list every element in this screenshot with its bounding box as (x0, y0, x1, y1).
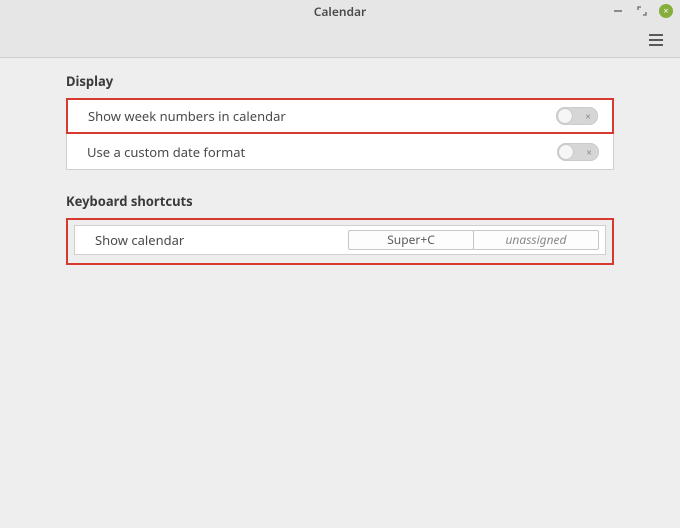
minimize-button[interactable] (610, 3, 626, 19)
shortcut-secondary[interactable]: unassigned (473, 230, 599, 250)
option-custom-date-format: Use a custom date format (66, 134, 614, 170)
shortcut-row-show-calendar: Show calendar Super+C unassigned (74, 225, 606, 255)
maximize-button[interactable] (634, 3, 650, 19)
titlebar: Calendar × (0, 0, 680, 23)
shortcut-row-highlight: Show calendar Super+C unassigned (66, 218, 614, 265)
shortcut-primary[interactable]: Super+C (348, 230, 474, 250)
option-label: Use a custom date format (87, 143, 557, 161)
display-section: Display Show week numbers in calendar Us… (66, 72, 614, 170)
menu-button[interactable] (646, 30, 666, 50)
content-area: Display Show week numbers in calendar Us… (0, 58, 680, 265)
shortcuts-section: Keyboard shortcuts Show calendar Super+C… (66, 192, 614, 265)
option-label: Show week numbers in calendar (88, 107, 556, 125)
close-icon: × (659, 4, 673, 18)
shortcut-label: Show calendar (95, 231, 348, 249)
headerbar (0, 23, 680, 58)
display-section-title: Display (66, 72, 614, 90)
toggle-show-week-numbers[interactable] (556, 107, 598, 125)
window-title: Calendar (314, 3, 367, 20)
toggle-custom-date-format[interactable] (557, 143, 599, 161)
hamburger-icon (649, 34, 663, 36)
window-controls: × (610, 0, 674, 22)
shortcuts-section-title: Keyboard shortcuts (66, 192, 614, 210)
close-button[interactable]: × (658, 3, 674, 19)
option-show-week-numbers: Show week numbers in calendar (66, 98, 614, 134)
